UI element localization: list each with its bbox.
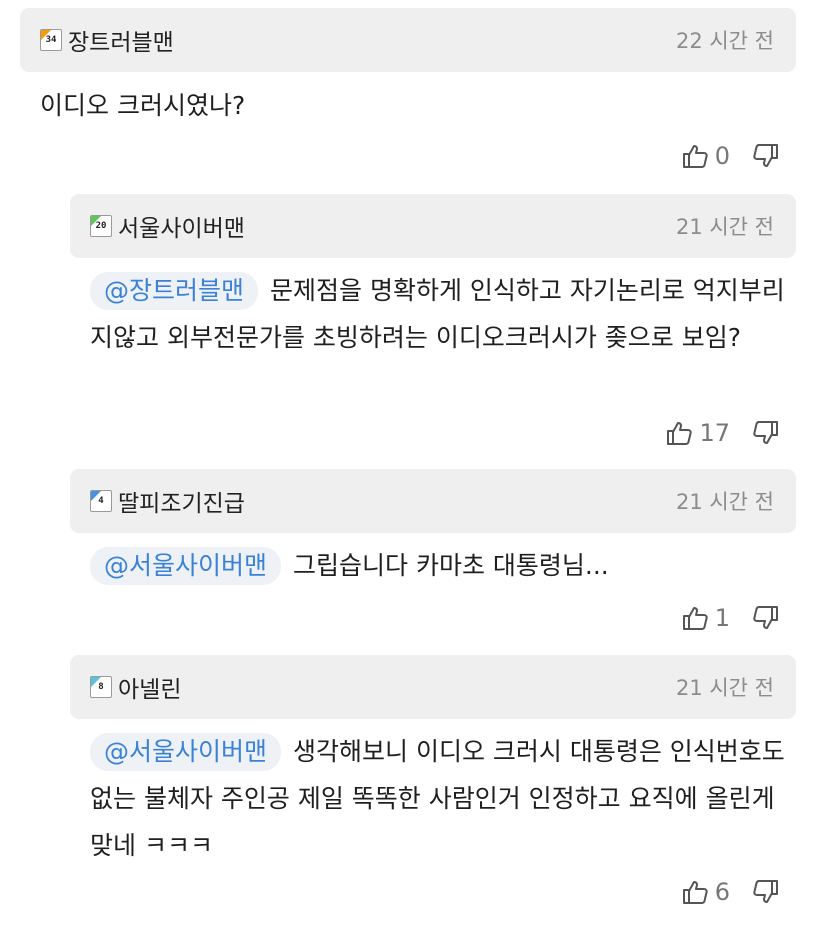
thumbs-down-icon[interactable] <box>752 604 780 632</box>
thumbs-up-icon[interactable] <box>681 142 709 170</box>
comment-header: 34 장트러블맨 22 시간 전 <box>20 8 796 72</box>
level-badge-icon: 4 <box>90 490 112 512</box>
username[interactable]: 서울사이버맨 <box>118 209 245 243</box>
like-count: 6 <box>714 878 730 906</box>
timestamp: 21 시간 전 <box>675 490 774 514</box>
vote-bar: 6 <box>681 872 780 912</box>
timestamp: 22 시간 전 <box>675 29 774 53</box>
like-count: 0 <box>714 142 730 170</box>
username[interactable]: 딸피조기진급 <box>118 484 245 518</box>
thumbs-down-icon[interactable] <box>752 142 780 170</box>
like-count: 17 <box>699 419 730 447</box>
vote-bar: 17 <box>665 413 780 453</box>
comment-header: 20 서울사이버맨 21 시간 전 <box>70 194 796 258</box>
comment-text: @장트러블맨 문제점을 명확하게 인식하고 자기논리로 억지부리지않고 외부전문가… <box>90 267 800 361</box>
mention-tag[interactable]: @서울사이버맨 <box>90 733 282 771</box>
thumbs-down-icon[interactable] <box>752 419 780 447</box>
thumbs-up-icon[interactable] <box>681 604 709 632</box>
level-badge-icon: 8 <box>90 676 112 698</box>
level-badge-icon: 20 <box>90 215 112 237</box>
comment-header: 8 아넬린 21 시간 전 <box>70 655 796 719</box>
vote-bar: 0 <box>681 136 780 176</box>
username[interactable]: 장트러블맨 <box>68 23 174 57</box>
thumbs-up-icon[interactable] <box>665 419 693 447</box>
timestamp: 21 시간 전 <box>675 676 774 700</box>
timestamp: 21 시간 전 <box>675 215 774 239</box>
like-count: 1 <box>714 604 730 632</box>
mention-tag[interactable]: @장트러블맨 <box>90 272 259 310</box>
thumbs-up-icon[interactable] <box>681 878 709 906</box>
level-badge-icon: 34 <box>40 29 62 51</box>
thumbs-down-icon[interactable] <box>752 878 780 906</box>
comment-text: @서울사이버맨 그립습니다 카마초 대통령님... <box>90 542 800 589</box>
comment-text: 이디오 크러시였나? <box>40 91 246 120</box>
vote-bar: 1 <box>681 598 780 638</box>
comment-header: 4 딸피조기진급 21 시간 전 <box>70 469 796 533</box>
comment-text: @서울사이버맨 생각해보니 이디오 크러시 대통령은 인식번호도 없는 불체자 주… <box>90 728 800 869</box>
username[interactable]: 아넬린 <box>118 670 181 704</box>
mention-tag[interactable]: @서울사이버맨 <box>90 547 282 585</box>
